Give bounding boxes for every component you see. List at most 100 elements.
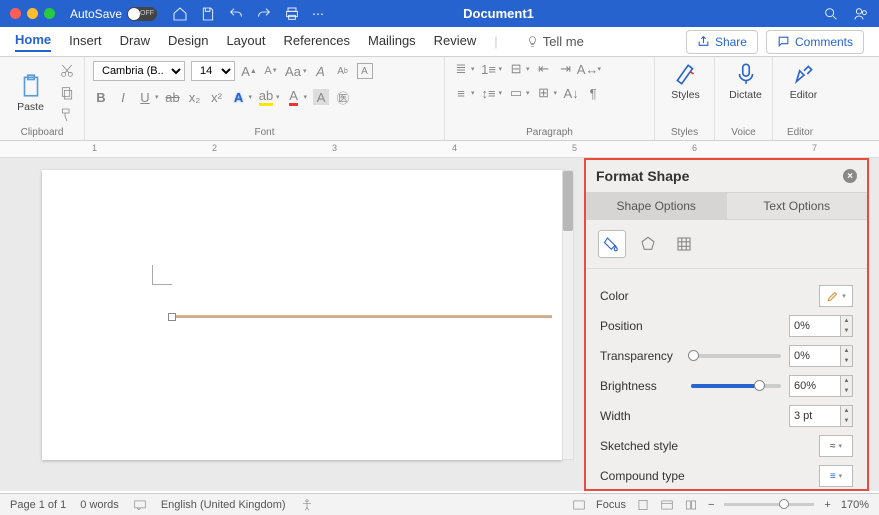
search-icon[interactable] [823,6,839,22]
comments-button[interactable]: Comments [766,30,864,54]
transparency-input[interactable]: 0% [789,345,841,367]
underline-button[interactable]: U▾ [137,89,159,105]
shading-button[interactable]: ▭▾ [508,85,530,101]
tab-layout[interactable]: Layout [226,33,265,51]
align-button[interactable]: ≡▾ [453,85,475,101]
clear-formatting-button[interactable]: A [313,63,329,79]
zoom-slider[interactable] [724,503,814,506]
ltr-button[interactable]: A↔▾ [580,61,602,77]
copy-icon[interactable] [59,85,75,101]
color-picker-button[interactable]: ▾ [819,285,853,307]
maximize-window-button[interactable] [44,8,55,19]
borders-button[interactable]: ⊞▾ [536,85,558,101]
cut-icon[interactable] [59,63,75,79]
language-status[interactable]: English (United Kingdom) [161,499,286,511]
web-layout-view-icon[interactable] [660,498,674,512]
redo-icon[interactable] [256,6,272,22]
tell-me-search[interactable]: Tell me [526,34,584,49]
font-name-select[interactable]: Cambria (B... [93,61,185,81]
italic-button[interactable]: I [115,89,131,105]
undo-icon[interactable] [228,6,244,22]
decrease-indent-button[interactable]: ⇤ [536,61,552,77]
scrollbar-thumb[interactable] [563,171,573,231]
brightness-slider[interactable] [691,384,781,388]
show-marks-button[interactable]: ¶ [585,85,601,101]
decrease-font-icon[interactable]: A▼ [263,63,279,79]
bullets-button[interactable]: ≣▾ [453,61,475,77]
increase-font-icon[interactable]: A▲ [241,63,257,79]
multilevel-list-button[interactable]: ⊟▾ [508,61,530,77]
word-count-status[interactable]: 0 words [80,499,119,511]
sketched-style-dropdown[interactable]: ≈ ▾ [819,435,853,457]
subscript-button[interactable]: x₂ [187,89,203,105]
char-shading-button[interactable]: A [313,89,329,105]
save-icon[interactable] [200,6,216,22]
tab-draw[interactable]: Draw [120,33,150,51]
tab-design[interactable]: Design [168,33,208,51]
tab-home[interactable]: Home [15,32,51,52]
tab-references[interactable]: References [284,33,350,51]
document-page[interactable] [42,170,562,460]
dictate-button[interactable]: Dictate [723,61,768,101]
page-number-status[interactable]: Page 1 of 1 [10,499,66,511]
font-size-select[interactable]: 14 [191,61,235,81]
brightness-input[interactable]: 60% [789,375,841,397]
close-window-button[interactable] [10,8,21,19]
superscript-button[interactable]: x² [209,89,225,105]
tab-review[interactable]: Review [434,33,477,51]
zoom-out-button[interactable]: − [708,499,714,511]
home-icon[interactable] [172,6,188,22]
compound-type-dropdown[interactable]: ≡ ▾ [819,465,853,487]
transparency-stepper[interactable]: ▲▼ [841,345,853,367]
paste-button[interactable]: Paste [8,73,53,113]
effects-tab-icon[interactable] [634,230,662,258]
text-effects-button[interactable]: A▾ [231,89,253,105]
character-border-icon[interactable]: A [357,63,373,79]
sort-button[interactable]: A↓ [563,85,579,101]
increase-indent-button[interactable]: ⇥ [558,61,574,77]
share-button[interactable]: Share [686,30,758,54]
tab-insert[interactable]: Insert [69,33,102,51]
format-painter-icon[interactable] [59,107,75,123]
shape-resize-handle[interactable] [168,313,176,321]
strikethrough-button[interactable]: ab [165,89,181,105]
focus-label[interactable]: Focus [596,499,626,511]
tab-mailings[interactable]: Mailings [368,33,416,51]
close-pane-button[interactable]: × [843,169,857,183]
focus-mode-icon[interactable] [572,498,586,512]
spellcheck-icon[interactable] [133,498,147,512]
autosave-toggle[interactable]: AutoSave OFF [70,7,157,21]
print-icon[interactable] [284,6,300,22]
styles-button[interactable]: Styles [663,61,708,101]
transparency-slider[interactable] [691,354,781,358]
change-case-button[interactable]: Aa▾ [285,63,307,79]
phonetic-guide-icon[interactable]: Ab [335,63,351,79]
highlight-button[interactable]: ab▾ [258,89,280,105]
account-icon[interactable] [853,6,869,22]
zoom-level[interactable]: 170% [841,499,869,511]
enclose-char-icon[interactable]: ㊩ [335,89,351,105]
line-spacing-button[interactable]: ↕≡▾ [481,85,503,101]
width-stepper[interactable]: ▲▼ [841,405,853,427]
vertical-scrollbar[interactable] [562,170,574,460]
accessibility-icon[interactable] [300,498,314,512]
position-stepper[interactable]: ▲▼ [841,315,853,337]
text-options-tab[interactable]: Text Options [727,193,868,219]
selected-shape-line[interactable] [172,315,552,318]
bold-button[interactable]: B [93,89,109,105]
font-color-button[interactable]: A▾ [286,89,308,105]
zoom-in-button[interactable]: + [824,499,830,511]
horizontal-ruler[interactable]: 1 2 3 4 5 6 7 [0,141,879,158]
layout-tab-icon[interactable] [670,230,698,258]
minimize-window-button[interactable] [27,8,38,19]
position-input[interactable]: 0% [789,315,841,337]
reading-view-icon[interactable] [684,498,698,512]
editor-button[interactable]: Editor [781,61,826,101]
width-input[interactable]: 3 pt [789,405,841,427]
fill-line-tab-icon[interactable] [598,230,626,258]
brightness-stepper[interactable]: ▲▼ [841,375,853,397]
print-layout-view-icon[interactable] [636,498,650,512]
shape-options-tab[interactable]: Shape Options [586,193,727,219]
more-icon[interactable]: ⋯ [312,7,324,21]
numbering-button[interactable]: 1≡▾ [481,61,503,77]
